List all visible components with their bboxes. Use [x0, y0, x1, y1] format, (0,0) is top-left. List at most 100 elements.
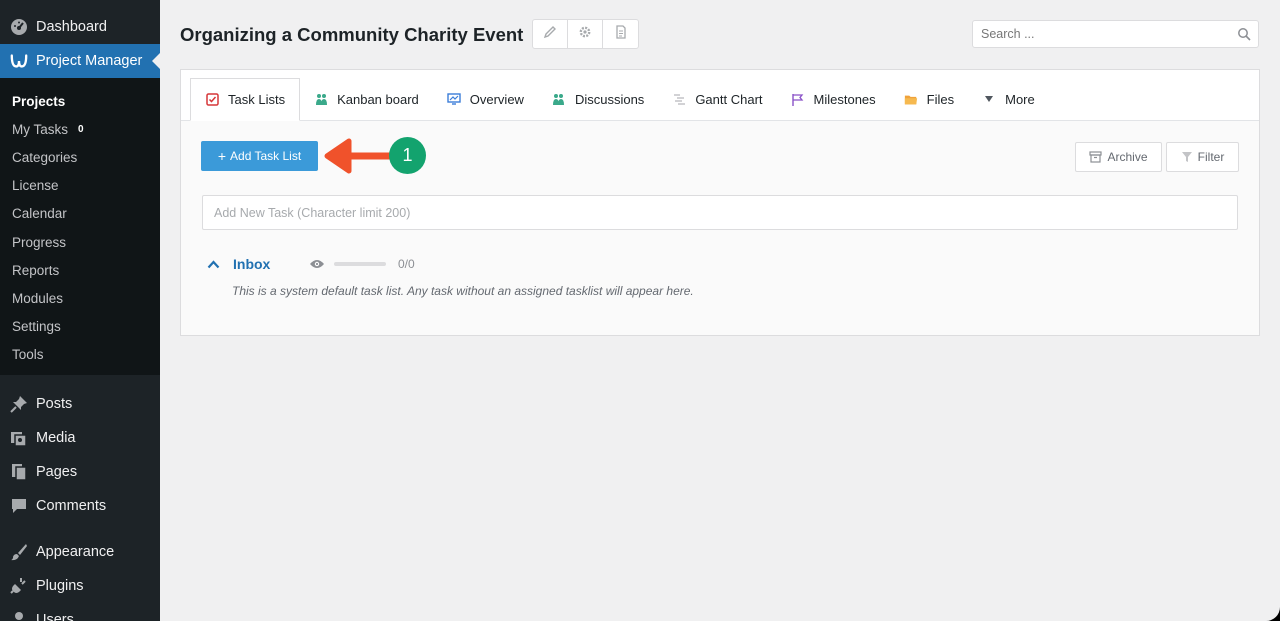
- submenu-item-reports[interactable]: Reports: [0, 256, 160, 284]
- submenu-label: License: [12, 178, 59, 194]
- archive-box-icon: [1089, 151, 1103, 163]
- tab-overview[interactable]: Overview: [433, 78, 538, 120]
- submenu-item-tools[interactable]: Tools: [0, 341, 160, 369]
- search-icon[interactable]: [1230, 27, 1258, 41]
- new-task-input[interactable]: [202, 195, 1238, 230]
- tab-discussions[interactable]: Discussions: [538, 78, 658, 120]
- tab-label: Task Lists: [228, 92, 286, 107]
- sidebar-item-label: Media: [36, 429, 76, 446]
- chevron-up-icon[interactable]: [205, 256, 221, 272]
- tab-label: More: [1005, 91, 1035, 107]
- admin-sidebar: Dashboard Project Manager Projects My Ta…: [0, 0, 160, 621]
- project-manager-submenu: Projects My Tasks 0 Categories License Ca…: [0, 78, 160, 375]
- submenu-item-settings[interactable]: Settings: [0, 313, 160, 341]
- sidebar-item-plugins[interactable]: Plugins: [0, 569, 160, 603]
- submenu-item-categories[interactable]: Categories: [0, 143, 160, 171]
- submenu-item-modules[interactable]: Modules: [0, 284, 160, 312]
- sidebar-item-label: Pages: [36, 463, 78, 480]
- submenu-label: Projects: [12, 93, 66, 109]
- user-icon: [10, 611, 28, 621]
- media-icon: [10, 429, 28, 447]
- tab-more[interactable]: More: [968, 78, 1049, 120]
- submenu-label: Categories: [12, 149, 78, 165]
- sidebar-item-users[interactable]: Users: [0, 603, 160, 621]
- inbox-task-count: 0/0: [398, 257, 415, 271]
- paintbrush-icon: [10, 543, 28, 561]
- sidebar-item-label: Plugins: [36, 577, 84, 594]
- submenu-label: Reports: [12, 262, 60, 278]
- plus-icon: +: [217, 148, 227, 164]
- gear-icon: [578, 25, 592, 44]
- project-settings-button[interactable]: [568, 20, 603, 48]
- tab-label: Discussions: [574, 91, 645, 107]
- sidebar-item-label: Appearance: [36, 543, 115, 560]
- submenu-item-progress[interactable]: Progress: [0, 228, 160, 256]
- sidebar-item-label: Dashboard: [36, 19, 107, 35]
- comment-bubble-icon: [10, 497, 28, 515]
- pencil-icon: [543, 25, 557, 44]
- sidebar-item-posts[interactable]: Posts: [0, 387, 160, 421]
- inbox-description: This is a system default task list. Any …: [232, 284, 694, 298]
- tab-label: Milestones: [813, 91, 876, 107]
- submenu-item-projects[interactable]: Projects: [0, 87, 160, 115]
- funnel-icon: [1181, 151, 1193, 163]
- submenu-label: Progress: [12, 234, 67, 250]
- sidebar-item-appearance[interactable]: Appearance: [0, 535, 160, 569]
- kanban-icon: [314, 92, 328, 106]
- sidebar-item-pages[interactable]: Pages: [0, 455, 160, 489]
- sidebar-item-project-manager[interactable]: Project Manager: [0, 44, 160, 78]
- sidebar-item-label: Comments: [36, 497, 107, 514]
- sidebar-item-label: Project Manager: [36, 53, 143, 69]
- plug-icon: [10, 577, 28, 595]
- tab-task-lists[interactable]: Task Lists: [190, 78, 301, 121]
- tab-label: Overview: [469, 91, 524, 107]
- submenu-label: Tools: [12, 347, 44, 363]
- project-panel: Task Lists Kanban board Overview Discuss…: [180, 69, 1260, 336]
- tab-label: Files: [926, 91, 955, 107]
- tab-milestones[interactable]: Milestones: [777, 78, 890, 120]
- app-frame: Dashboard Project Manager Projects My Ta…: [0, 0, 1280, 621]
- edit-project-button[interactable]: [533, 20, 568, 48]
- submenu-item-license[interactable]: License: [0, 172, 160, 200]
- inbox-title-link[interactable]: Inbox: [233, 256, 309, 272]
- project-tabs: Task Lists Kanban board Overview Discuss…: [181, 70, 1259, 121]
- discussions-icon: [552, 92, 566, 106]
- folder-icon: [904, 92, 918, 106]
- project-info-button[interactable]: [603, 20, 638, 48]
- dashboard-gauge-icon: [10, 18, 28, 36]
- submenu-label: Modules: [12, 290, 64, 306]
- submenu-item-my-tasks[interactable]: My Tasks 0: [0, 115, 160, 143]
- milestone-flag-icon: [791, 92, 805, 106]
- add-task-list-button[interactable]: + Add Task List: [201, 141, 318, 171]
- callout-arrow-icon: [321, 137, 395, 180]
- archive-button[interactable]: Archive: [1075, 142, 1162, 172]
- tab-kanban-board[interactable]: Kanban board: [300, 78, 433, 120]
- filter-label: Filter: [1197, 150, 1225, 164]
- document-icon: [615, 24, 627, 44]
- project-actions: [532, 19, 639, 49]
- task-lists-icon: [205, 93, 219, 107]
- gantt-icon: [672, 92, 686, 106]
- overview-icon: [447, 92, 461, 106]
- inbox-progress-bar: [334, 262, 386, 266]
- submenu-item-calendar[interactable]: Calendar: [0, 200, 160, 228]
- tab-gantt-chart[interactable]: Gantt Chart: [658, 78, 776, 120]
- pages-icon: [10, 463, 28, 481]
- submenu-label: My Tasks: [12, 121, 69, 137]
- inbox-task-list-header: Inbox 0/0: [205, 256, 415, 272]
- eye-icon[interactable]: [309, 259, 325, 269]
- caret-down-icon: [982, 92, 996, 106]
- page-title: Organizing a Community Charity Event: [180, 24, 524, 45]
- sidebar-item-media[interactable]: Media: [0, 421, 160, 455]
- submenu-label: Settings: [12, 319, 61, 335]
- submenu-label: Calendar: [12, 206, 67, 222]
- search-input[interactable]: [973, 21, 1230, 47]
- add-task-list-label: Add Task List: [230, 149, 302, 163]
- my-tasks-count-badge: 0: [78, 123, 84, 135]
- tab-files[interactable]: Files: [890, 78, 968, 120]
- pushpin-icon: [10, 395, 28, 413]
- sidebar-item-comments[interactable]: Comments: [0, 489, 160, 523]
- sidebar-item-label: Users: [36, 611, 74, 621]
- filter-button[interactable]: Filter: [1166, 142, 1239, 172]
- sidebar-item-dashboard[interactable]: Dashboard: [0, 10, 160, 44]
